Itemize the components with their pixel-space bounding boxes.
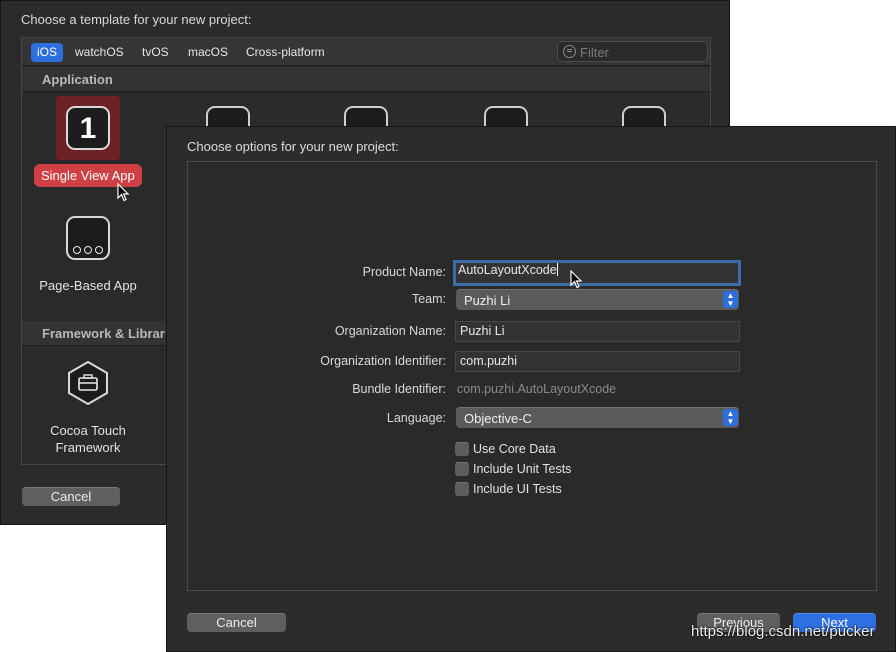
include-unit-tests-checkbox[interactable] xyxy=(455,462,469,476)
tab-cross-platform[interactable]: Cross-platform xyxy=(240,43,331,62)
tab-tvos[interactable]: tvOS xyxy=(136,43,175,62)
language-value: Objective-C xyxy=(464,411,532,426)
project-options-dialog: Choose options for your new project: Pro… xyxy=(166,126,896,652)
platform-tab-bar: iOS watchOS tvOS macOS Cross-platform Fi… xyxy=(22,38,710,66)
popup-arrows-icon: ▲ ▼ xyxy=(723,409,738,426)
organization-name-field[interactable]: Puzhi Li xyxy=(455,321,740,342)
mouse-pointer-icon xyxy=(570,270,583,289)
text-caret xyxy=(556,263,558,276)
use-core-data-label: Use Core Data xyxy=(473,442,556,456)
product-name-label: Product Name: xyxy=(362,265,446,279)
tab-watchos[interactable]: watchOS xyxy=(69,43,130,62)
template-chooser-title: Choose a template for your new project: xyxy=(21,12,252,27)
team-label: Team: xyxy=(411,292,446,306)
single-view-icon-glyph: 1 xyxy=(79,112,97,145)
filter-icon xyxy=(563,45,576,58)
organization-identifier-label: Organization Identifier: xyxy=(320,354,446,368)
watermark-text: https://blog.csdn.net/pucker xyxy=(691,623,875,640)
use-core-data-checkbox[interactable] xyxy=(455,442,469,456)
page-based-app-label: Page-Based App xyxy=(39,278,137,293)
team-popup[interactable]: Puzhi Li ▲ ▼ xyxy=(456,289,739,310)
project-options-title: Choose options for your new project: xyxy=(187,139,399,154)
page-dot xyxy=(73,246,81,254)
bundle-identifier-value: com.puzhi.AutoLayoutXcode xyxy=(457,382,617,396)
mouse-pointer-icon xyxy=(117,183,130,202)
cocoa-touch-label-line2: Framework xyxy=(55,440,121,455)
product-name-field[interactable]: AutoLayoutXcode xyxy=(453,260,741,286)
options-box: Product Name: AutoLayoutXcode Team: Puzh… xyxy=(187,161,877,591)
cocoa-touch-framework-icon[interactable] xyxy=(66,361,110,405)
organization-identifier-field[interactable]: com.puzhi xyxy=(455,351,740,372)
page-dot xyxy=(84,246,92,254)
filter-search-field[interactable]: Filter xyxy=(557,41,708,62)
filter-placeholder: Filter xyxy=(580,45,609,60)
single-view-app-icon: 1 xyxy=(66,106,110,150)
tab-macos[interactable]: macOS xyxy=(182,43,234,62)
page-based-app-icon[interactable] xyxy=(66,216,110,260)
include-ui-tests-checkbox[interactable] xyxy=(455,482,469,496)
back-cancel-button[interactable]: Cancel xyxy=(22,487,120,506)
organization-name-label: Organization Name: xyxy=(334,324,446,338)
product-name-value: AutoLayoutXcode xyxy=(458,263,557,277)
bundle-identifier-label: Bundle Identifier: xyxy=(352,382,446,396)
cocoa-touch-label-line1: Cocoa Touch xyxy=(50,423,126,438)
section-application: Application xyxy=(22,67,710,92)
tab-ios[interactable]: iOS xyxy=(31,43,64,62)
language-label: Language: xyxy=(386,411,446,425)
include-ui-tests-label: Include UI Tests xyxy=(473,482,562,496)
popup-arrows-icon: ▲ ▼ xyxy=(723,291,738,308)
include-unit-tests-label: Include Unit Tests xyxy=(473,462,572,476)
language-popup[interactable]: Objective-C ▲ ▼ xyxy=(456,407,739,428)
cancel-button[interactable]: Cancel xyxy=(187,613,286,632)
page-dot xyxy=(95,246,103,254)
team-value: Puzhi Li xyxy=(464,293,511,308)
